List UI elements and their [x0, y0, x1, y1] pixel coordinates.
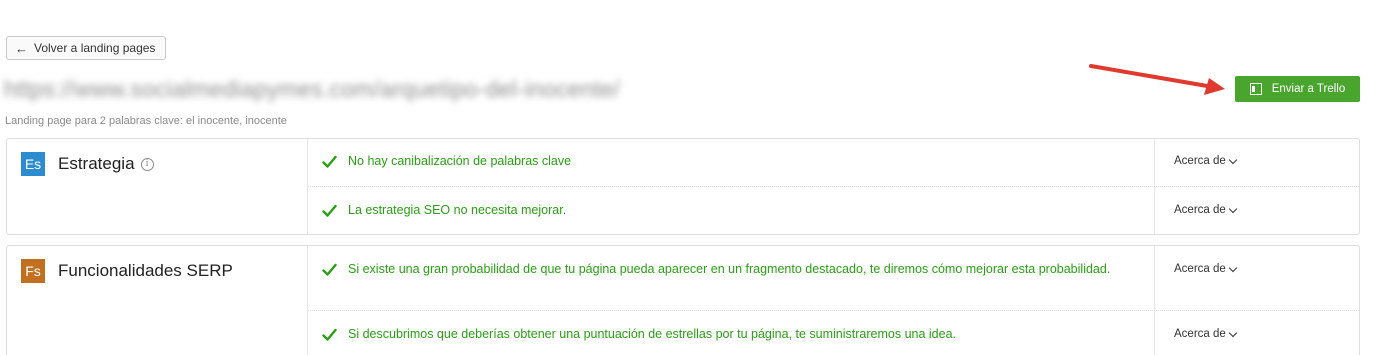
about-dropdown[interactable]: Acerca de — [1174, 263, 1238, 275]
serp-features-header: Fs Funcionalidades SERP — [21, 259, 233, 283]
serp-item-text: Si existe una gran probabilidad de que t… — [348, 262, 1111, 276]
serp-item-row: Si descubrimos que deberías obtener una … — [308, 310, 1359, 355]
serp-features-section: Fs Funcionalidades SERP Si existe una gr… — [6, 245, 1360, 355]
about-dropdown-label: Acerca de — [1174, 328, 1226, 340]
check-icon — [322, 155, 337, 168]
about-dropdown-label: Acerca de — [1174, 263, 1226, 275]
check-icon — [322, 263, 337, 276]
page: ← Volver a landing pages https://www.soc… — [0, 0, 1375, 355]
serp-item-row: Si existe una gran probabilidad de que t… — [308, 246, 1359, 310]
strategy-header: Es Estrategia i — [21, 152, 154, 176]
strategy-item-text: No hay canibalización de palabras clave — [348, 154, 572, 168]
check-icon — [322, 204, 337, 217]
chevron-down-icon — [1228, 204, 1238, 213]
page-url-title: https://www.socialmediapymes.com/arqueti… — [4, 76, 620, 102]
serp-features-badge: Fs — [21, 259, 45, 283]
strategy-section: Es Estrategia i No hay canibalización de… — [6, 138, 1360, 235]
send-to-trello-button[interactable]: Enviar a Trello — [1235, 76, 1360, 102]
strategy-badge: Es — [21, 152, 45, 176]
about-dropdown-label: Acerca de — [1174, 155, 1226, 167]
red-annotation-arrow-icon — [1089, 64, 1225, 95]
about-dropdown[interactable]: Acerca de — [1174, 204, 1238, 216]
chevron-down-icon — [1228, 263, 1238, 272]
trello-button-label: Enviar a Trello — [1271, 83, 1346, 95]
serp-features-title: Funcionalidades SERP — [58, 261, 233, 280]
strategy-item-text: La estrategia SEO no necesita mejorar. — [348, 203, 567, 217]
about-dropdown[interactable]: Acerca de — [1174, 155, 1238, 167]
info-circle-icon[interactable]: i — [140, 157, 154, 171]
back-to-landing-pages-button[interactable]: ← Volver a landing pages — [6, 36, 167, 60]
about-dropdown[interactable]: Acerca de — [1174, 328, 1238, 340]
trello-board-icon — [1249, 83, 1262, 95]
check-icon — [322, 328, 337, 341]
strategy-title: Estrategia — [58, 154, 135, 173]
serp-item-text: Si descubrimos que deberías obtener una … — [348, 327, 957, 341]
strategy-item-row: No hay canibalización de palabras clave … — [308, 139, 1359, 186]
landing-page-subtitle: Landing page para 2 palabras clave: el i… — [5, 115, 287, 127]
chevron-down-icon — [1228, 155, 1238, 164]
strategy-item-row: La estrategia SEO no necesita mejorar. A… — [308, 186, 1359, 235]
chevron-down-icon — [1228, 328, 1238, 337]
about-dropdown-label: Acerca de — [1174, 204, 1226, 216]
arrow-left-icon: ← — [15, 40, 28, 56]
back-button-label: Volver a landing pages — [34, 41, 156, 55]
